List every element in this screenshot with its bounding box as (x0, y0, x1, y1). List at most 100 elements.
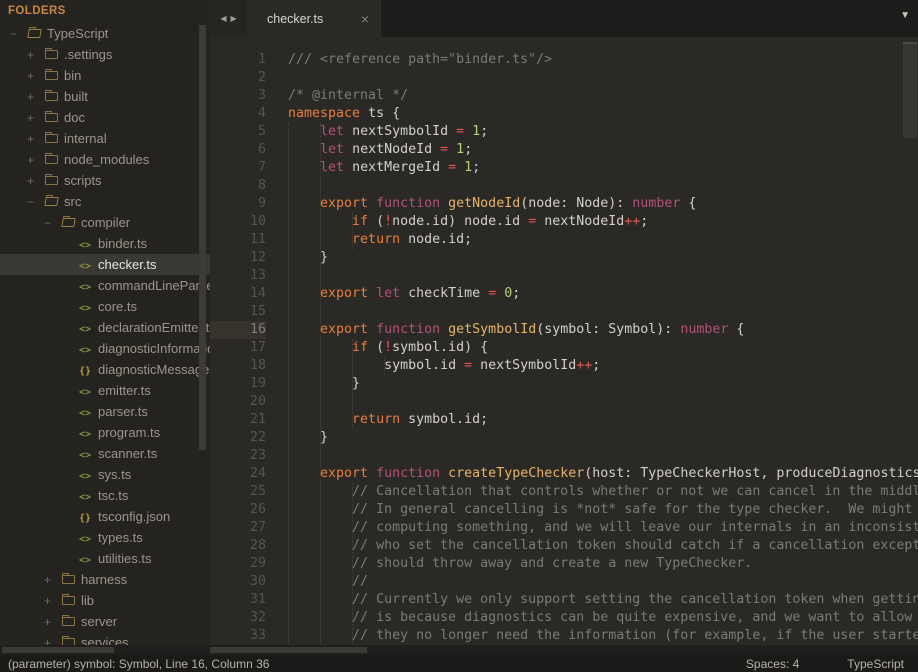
syntax-status[interactable]: TypeScript (847, 657, 904, 671)
code-line[interactable]: 27 // computing something, and we will l… (210, 519, 918, 537)
code-line[interactable]: 15 (210, 303, 918, 321)
expand-marker[interactable]: + (25, 48, 45, 62)
code-line[interactable]: 21 return symbol.id; (210, 411, 918, 429)
code-line[interactable]: 24 export function createTypeChecker(hos… (210, 465, 918, 483)
code-line[interactable]: 31 // Currently we only support setting … (210, 591, 918, 609)
sidebar-item-types-ts[interactable]: <> types.ts (0, 527, 210, 548)
code-line[interactable]: 3 /* @internal */ (210, 87, 918, 105)
sidebar-item-parser-ts[interactable]: <> parser.ts (0, 401, 210, 422)
code-line[interactable]: 9 export function getNodeId(node: Node):… (210, 195, 918, 213)
indentation-status[interactable]: Spaces: 4 (746, 657, 799, 671)
sidebar-item-scanner-ts[interactable]: <> scanner.ts (0, 443, 210, 464)
code-line[interactable]: 14 export let checkTime = 0; (210, 285, 918, 303)
sidebar-item-internal[interactable]: + internal (0, 128, 210, 149)
code-line[interactable]: 1 /// <reference path="binder.ts"/> (210, 51, 918, 69)
code-line[interactable]: 26 // In general cancelling is *not* saf… (210, 501, 918, 519)
expand-marker[interactable]: + (25, 174, 45, 188)
sidebar-item-built[interactable]: + built (0, 86, 210, 107)
sidebar-item-label: src (64, 194, 82, 209)
code-line[interactable]: 16 export function getSymbolId(symbol: S… (210, 321, 918, 339)
sidebar-item-src[interactable]: − src (0, 191, 210, 212)
sidebar-item-services[interactable]: + services (0, 632, 210, 645)
code-line[interactable]: 5 let nextSymbolId = 1; (210, 123, 918, 141)
sidebar-item-tsconfig-json[interactable]: {} tsconfig.json (0, 506, 210, 527)
sidebar-item-tsc-ts[interactable]: <> tsc.ts (0, 485, 210, 506)
sidebar-item-diagnosticinformationmap-generated-ts[interactable]: <> diagnosticInformationMap.generated.ts (0, 338, 210, 359)
sidebar-horizontal-scrollbar-thumb[interactable] (2, 647, 114, 653)
expand-marker[interactable]: − (42, 216, 62, 230)
code-line[interactable]: 29 // should throw away and create a new… (210, 555, 918, 573)
editor-horizontal-scrollbar-thumb[interactable] (210, 647, 367, 653)
sidebar-item-utilities-ts[interactable]: <> utilities.ts (0, 548, 210, 569)
sidebar-vertical-scrollbar-thumb[interactable] (199, 25, 206, 450)
code-text: return node.id; (352, 232, 473, 247)
code-line[interactable]: 20 (210, 393, 918, 411)
code-editor[interactable]: 1/// <reference path="binder.ts"/> 2 3/* @… (210, 37, 918, 645)
code-line[interactable]: 13 (210, 267, 918, 285)
sidebar-item-server[interactable]: + server (0, 611, 210, 632)
code-line[interactable]: 10 if (!node.id) node.id = nextNodeId++; (210, 213, 918, 231)
code-line[interactable]: 7 let nextMergeId = 1; (210, 159, 918, 177)
code-line[interactable]: 2 (210, 69, 918, 87)
line-number: 13 (249, 268, 266, 283)
code-line[interactable]: 8 (210, 177, 918, 195)
expand-marker[interactable]: + (42, 636, 62, 646)
expand-marker[interactable]: − (8, 27, 28, 41)
expand-marker[interactable]: + (42, 573, 62, 587)
expand-marker[interactable]: − (25, 195, 45, 209)
tab-next-button[interactable]: ▶ (231, 14, 237, 23)
code-line[interactable]: 11 return node.id; (210, 231, 918, 249)
code-line[interactable]: 23 (210, 447, 918, 465)
expand-marker[interactable]: + (25, 90, 45, 104)
code-line[interactable]: 17 if (!symbol.id) { (210, 339, 918, 357)
expand-marker[interactable]: + (25, 132, 45, 146)
code-line[interactable]: 19 } (210, 375, 918, 393)
code-line[interactable]: 30 // (210, 573, 918, 591)
expand-marker[interactable]: + (42, 594, 62, 608)
sidebar-item-compiler[interactable]: − compiler (0, 212, 210, 233)
sidebar-item-bin[interactable]: + bin (0, 65, 210, 86)
sidebar-item-lib[interactable]: + lib (0, 590, 210, 611)
sidebar-item-commandlineparser-ts[interactable]: <> commandLineParser.ts (0, 275, 210, 296)
sidebar-item-label: diagnosticMessages.json (98, 362, 210, 377)
sidebar-item-declarationemitter-ts[interactable]: <> declarationEmitter.ts (0, 317, 210, 338)
close-icon[interactable]: × (361, 12, 369, 26)
tab-overflow-button[interactable]: ▼ (900, 10, 910, 21)
code-line[interactable]: 22 } (210, 429, 918, 447)
sidebar-item-label: .settings (64, 47, 113, 62)
code-line[interactable]: 25 // Cancellation that controls whether… (210, 483, 918, 501)
tab-prev-button[interactable]: ◀ (220, 14, 226, 23)
code-line[interactable]: 18 symbol.id = nextSymbolId++; (210, 357, 918, 375)
code-line[interactable]: 6 let nextNodeId = 1; (210, 141, 918, 159)
sidebar-item-doc[interactable]: + doc (0, 107, 210, 128)
sidebar-item-scripts[interactable]: + scripts (0, 170, 210, 191)
line-number: 8 (257, 178, 266, 193)
sidebar-item-sys-ts[interactable]: <> sys.ts (0, 464, 210, 485)
expand-marker[interactable]: + (25, 69, 45, 83)
sidebar-item-emitter-ts[interactable]: <> emitter.ts (0, 380, 210, 401)
code-text: // Cancellation that controls whether or… (352, 484, 918, 499)
sidebar-item--settings[interactable]: + .settings (0, 44, 210, 65)
expand-marker[interactable]: + (42, 615, 62, 629)
json-file-icon: {} (79, 513, 92, 524)
code-line[interactable]: 4 namespace ts { (210, 105, 918, 123)
code-line[interactable]: 28 // who set the cancellation token sho… (210, 537, 918, 555)
sidebar-item-harness[interactable]: + harness (0, 569, 210, 590)
line-number: 32 (249, 610, 266, 625)
code-line[interactable]: 32 // is because diagnostics can be quit… (210, 609, 918, 627)
code-line[interactable]: 12 } (210, 249, 918, 267)
tab-checker-ts[interactable]: checker.ts × (247, 0, 381, 37)
sidebar-item-node-modules[interactable]: + node_modules (0, 149, 210, 170)
sidebar-item-typescript[interactable]: − TypeScript (0, 23, 210, 44)
sidebar-item-checker-ts[interactable]: <> checker.ts (0, 254, 210, 275)
expand-marker[interactable]: + (25, 111, 45, 125)
status-bar: (parameter) symbol: Symbol, Line 16, Col… (0, 655, 918, 672)
code-line[interactable]: 33 // they no longer need the informatio… (210, 627, 918, 645)
sidebar-item-binder-ts[interactable]: <> binder.ts (0, 233, 210, 254)
expand-marker[interactable]: + (25, 153, 45, 167)
sidebar-item-core-ts[interactable]: <> core.ts (0, 296, 210, 317)
code-text: if (!node.id) node.id = nextNodeId++; (352, 214, 649, 229)
sidebar-item-program-ts[interactable]: <> program.ts (0, 422, 210, 443)
sidebar-item-diagnosticmessages-json[interactable]: {} diagnosticMessages.json (0, 359, 210, 380)
